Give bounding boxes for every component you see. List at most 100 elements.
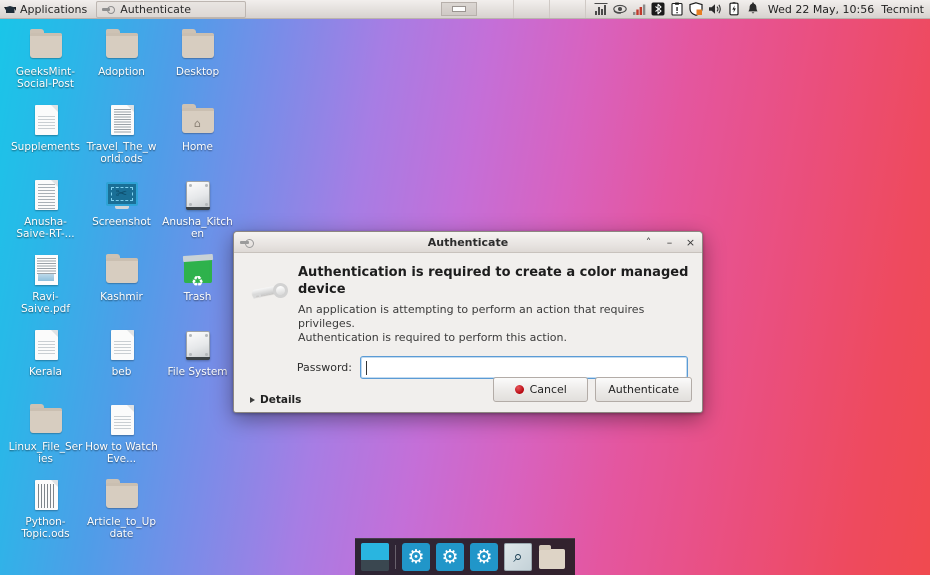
- key-icon: [251, 275, 290, 311]
- password-label: Password:: [296, 361, 352, 374]
- dock-item-search[interactable]: ⌕: [504, 543, 532, 571]
- folder-icon: [104, 252, 140, 288]
- gear-glyph: ⚙: [441, 545, 459, 568]
- desktop-icon-adoption[interactable]: Adoption: [84, 23, 159, 98]
- desktop-icon-label: Kerala: [29, 366, 62, 378]
- taskbar-window-authenticate[interactable]: Authenticate: [96, 0, 247, 18]
- gear-icon: ⚙: [470, 543, 498, 571]
- authenticate-button[interactable]: Authenticate: [595, 377, 692, 402]
- linuxmint-logo-icon: [4, 3, 16, 15]
- desktop-icon-screenshot[interactable]: ✂ Screenshot: [84, 173, 159, 248]
- desktop-icon-beb[interactable]: beb: [84, 323, 159, 398]
- desktop-icon-label: Kashmir: [100, 291, 143, 303]
- gear-glyph: ⚙: [407, 545, 425, 568]
- desktop-icon-label: Supplements: [11, 141, 80, 153]
- clock[interactable]: Wed 22 May, 10:56: [766, 3, 881, 16]
- desktop-icon-label: Home: [181, 141, 213, 153]
- desktop-icon-trash[interactable]: ♻ Trash: [160, 248, 235, 323]
- desktop-icon-label: Trash: [183, 291, 212, 303]
- battery-icon[interactable]: [727, 2, 741, 16]
- desktop-icon-kashmir[interactable]: Kashmir: [84, 248, 159, 323]
- bluetooth-icon[interactable]: [651, 2, 665, 16]
- dock-separator: [395, 545, 396, 569]
- folder-icon: [180, 27, 216, 63]
- desktop-icon-ravi-saive-pdf[interactable]: Ravi-Saive.pdf: [8, 248, 83, 323]
- desktop-icon-how-to-watch-eve[interactable]: How to Watch Eve...: [84, 398, 159, 473]
- desktop-icon-file-system[interactable]: File System: [160, 323, 235, 398]
- desktop-icon-travel-the-world-ods[interactable]: Travel_The_world.ods: [84, 98, 159, 173]
- desktop-icon-anusha-saive-rt[interactable]: Anusha-Saive-RT-...: [8, 173, 83, 248]
- desktop-icon-label: Desktop: [175, 66, 220, 78]
- desktop-icon-kerala[interactable]: Kerala: [8, 323, 83, 398]
- document-icon: [28, 102, 64, 138]
- shade-button[interactable]: ˄: [643, 236, 654, 249]
- minimize-button[interactable]: –: [664, 236, 675, 249]
- notifications-bell-icon[interactable]: [746, 2, 760, 16]
- nvidia-settings-icon[interactable]: [613, 2, 627, 16]
- folder-icon: [28, 27, 64, 63]
- dock-item-settings-1[interactable]: ⚙: [402, 543, 430, 571]
- desktop-icon-grid: GeeksMint-Social-Post Adoption Desktop S…: [8, 23, 246, 548]
- dock-item-settings-2[interactable]: ⚙: [436, 543, 464, 571]
- password-input[interactable]: [360, 356, 688, 379]
- window-list-empty-slot-3: [550, 0, 586, 18]
- desktop-screen: Applications Authenticate Wed 22 May, 10…: [0, 0, 930, 575]
- desktop-icon-label: File System: [167, 366, 228, 378]
- desktop-icon-label: GeeksMint-Social-Post: [15, 66, 76, 90]
- desktop-icon-anusha-kitchen[interactable]: Anusha_Kitchen: [160, 173, 235, 248]
- desktop-icon-label: Python-Topic.ods: [21, 516, 70, 540]
- spreadsheet-icon: [104, 102, 140, 138]
- details-label: Details: [260, 394, 302, 406]
- document-icon: [28, 327, 64, 363]
- search-icon: ⌕: [504, 543, 532, 571]
- spreadsheet-icon: [28, 477, 64, 513]
- dialog-titlebar[interactable]: Authenticate ˄ – ×: [234, 232, 702, 253]
- desktop-icon-label: beb: [111, 366, 132, 378]
- volume-icon[interactable]: [708, 2, 722, 16]
- show-desktop-icon: [361, 543, 389, 571]
- desktop-icon-empty-slot-2: [160, 473, 235, 548]
- desktop-icon-label: Adoption: [98, 66, 145, 78]
- drive-icon: [180, 327, 216, 363]
- home-folder-icon: ⌂: [180, 102, 216, 138]
- desktop-icon-desktop[interactable]: Desktop: [160, 23, 235, 98]
- empty-icon-slot: [180, 477, 216, 513]
- stop-icon: [514, 385, 524, 394]
- dialog-title: Authenticate: [427, 235, 509, 249]
- dialog-text-block: Authentication is required to create a c…: [298, 262, 690, 345]
- user-name-label[interactable]: Tecmint: [881, 3, 930, 16]
- screenshot-tool-icon: ✂: [104, 177, 140, 213]
- dock-item-files[interactable]: [538, 543, 566, 571]
- desktop-icon-python-topic-ods[interactable]: Python-Topic.ods: [8, 473, 83, 548]
- folder-icon: [104, 27, 140, 63]
- trash-icon: ♻: [180, 252, 216, 289]
- system-tray: [586, 0, 766, 19]
- dialog-message-area: Authentication is required to create a c…: [246, 262, 690, 345]
- clipboard-manager-icon[interactable]: [670, 2, 684, 16]
- update-manager-shield-icon[interactable]: [689, 2, 703, 16]
- desktop-icon-supplements[interactable]: Supplements: [8, 98, 83, 173]
- workspace-switcher[interactable]: [440, 2, 477, 16]
- password-row: Password:: [246, 356, 690, 379]
- system-monitor-icon[interactable]: [594, 2, 608, 16]
- network-signal-icon[interactable]: [632, 2, 646, 16]
- dock-item-show-desktop[interactable]: [361, 543, 389, 571]
- top-panel: Applications Authenticate Wed 22 May, 10…: [0, 0, 930, 19]
- gear-icon: ⚙: [402, 543, 430, 571]
- dialog-body: Authentication is required to create a c…: [234, 253, 702, 412]
- folder-icon: [538, 545, 566, 571]
- applications-menu-button[interactable]: Applications: [0, 0, 94, 19]
- key-icon: [240, 237, 254, 248]
- cancel-button[interactable]: Cancel: [493, 377, 589, 402]
- close-button[interactable]: ×: [685, 236, 696, 249]
- dialog-description-line-1: An application is attempting to perform …: [298, 303, 645, 330]
- desktop-icon-home[interactable]: ⌂ Home: [160, 98, 235, 173]
- desktop-icon-geeksmint-social-post[interactable]: GeeksMint-Social-Post: [8, 23, 83, 98]
- folder-icon: [28, 402, 64, 438]
- dialog-heading: Authentication is required to create a c…: [298, 265, 689, 297]
- empty-icon-slot: [180, 402, 216, 438]
- desktop-icon-article-to-update[interactable]: Article_to_Update: [84, 473, 159, 548]
- dock-item-settings-3[interactable]: ⚙: [470, 543, 498, 571]
- desktop-icon-linux-file-series[interactable]: Linux_File_Series: [8, 398, 83, 473]
- desktop-icon-label: Screenshot: [92, 216, 151, 228]
